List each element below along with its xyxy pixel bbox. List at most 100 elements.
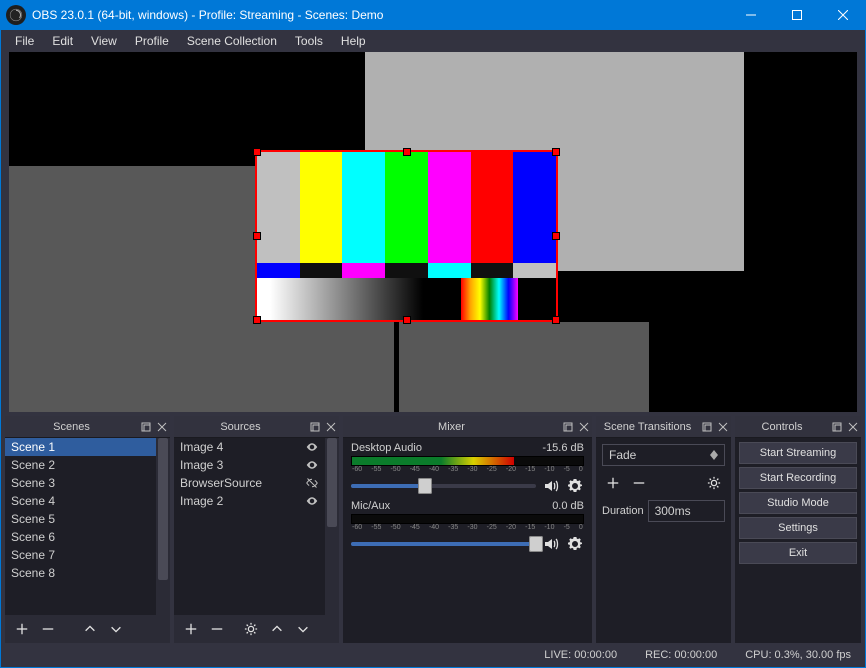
volume-slider[interactable] — [351, 542, 536, 546]
speaker-icon[interactable] — [542, 477, 560, 495]
add-transition-button[interactable] — [602, 472, 624, 494]
channel-db: -15.6 dB — [542, 442, 584, 454]
scene-item[interactable]: Scene 6 — [5, 528, 170, 546]
scenes-toolbar — [5, 615, 170, 643]
close-button[interactable] — [820, 0, 866, 30]
duration-value: 300ms — [655, 504, 691, 518]
titlebar: OBS 23.0.1 (64-bit, windows) - Profile: … — [0, 0, 866, 30]
gear-icon[interactable] — [566, 535, 584, 553]
resize-handle[interactable] — [253, 316, 261, 324]
scene-item[interactable]: Scene 5 — [5, 510, 170, 528]
remove-source-button[interactable] — [204, 617, 230, 641]
eye-off-icon[interactable] — [305, 476, 319, 490]
menu-view[interactable]: View — [83, 32, 125, 50]
scenes-panel: Scenes Scene 1Scene 2Scene 3Scene 4Scene… — [5, 416, 170, 643]
duration-input[interactable]: 300ms — [648, 500, 725, 522]
vu-meter: -60-55-50-45-40-35-30-25-20-15-10-50 — [351, 456, 584, 466]
remove-scene-button[interactable] — [35, 617, 61, 641]
remove-transition-button[interactable] — [628, 472, 650, 494]
minimize-button[interactable] — [728, 0, 774, 30]
scenes-list[interactable]: Scene 1Scene 2Scene 3Scene 4Scene 5Scene… — [5, 438, 170, 582]
source-item[interactable]: Image 3 — [174, 456, 339, 474]
resize-handle[interactable] — [552, 232, 560, 240]
channel-db: 0.0 dB — [552, 500, 584, 512]
dock-icon[interactable] — [699, 422, 715, 432]
dock-icon[interactable] — [307, 422, 323, 432]
menu-edit[interactable]: Edit — [44, 32, 81, 50]
close-icon[interactable] — [576, 422, 592, 432]
volume-slider[interactable] — [351, 484, 536, 488]
resize-handle[interactable] — [403, 148, 411, 156]
resize-handle[interactable] — [253, 148, 261, 156]
scene-down-button[interactable] — [103, 617, 129, 641]
close-icon[interactable] — [845, 422, 861, 432]
sources-panel-title: Sources — [174, 421, 307, 433]
resize-handle[interactable] — [552, 148, 560, 156]
app-icon — [6, 5, 26, 25]
speaker-icon[interactable] — [542, 535, 560, 553]
status-rec: REC: 00:00:00 — [645, 649, 717, 661]
mixer-channel: Desktop Audio-15.6 dB -60-55-50-45-40-35-… — [343, 438, 592, 496]
scene-item[interactable]: Scene 4 — [5, 492, 170, 510]
mixer-channel: Mic/Aux0.0 dB -60-55-50-45-40-35-30-25-20… — [343, 496, 592, 554]
scene-item[interactable]: Scene 3 — [5, 474, 170, 492]
start-streaming-button[interactable]: Start Streaming — [739, 442, 857, 464]
scene-item[interactable]: Scene 1 — [5, 438, 170, 456]
menu-scene-collection[interactable]: Scene Collection — [179, 32, 285, 50]
close-icon[interactable] — [154, 422, 170, 432]
gear-icon[interactable] — [566, 477, 584, 495]
source-item[interactable]: Image 4 — [174, 438, 339, 456]
preview-area[interactable] — [9, 52, 857, 412]
transition-select[interactable]: Fade — [602, 444, 725, 466]
menubar: FileEditViewProfileScene CollectionTools… — [1, 30, 865, 52]
close-icon[interactable] — [715, 422, 731, 432]
sources-list[interactable]: Image 4Image 3BrowserSourceImage 2 — [174, 438, 339, 510]
menu-profile[interactable]: Profile — [127, 32, 177, 50]
maximize-button[interactable] — [774, 0, 820, 30]
scenes-panel-title: Scenes — [5, 421, 138, 433]
channel-name: Desktop Audio — [351, 442, 542, 454]
exit-button[interactable]: Exit — [739, 542, 857, 564]
controls-panel-title: Controls — [735, 421, 829, 433]
menu-help[interactable]: Help — [333, 32, 374, 50]
resize-handle[interactable] — [552, 316, 560, 324]
source-up-button[interactable] — [264, 617, 290, 641]
eye-icon[interactable] — [305, 458, 319, 472]
resize-handle[interactable] — [253, 232, 261, 240]
scrollbar[interactable] — [156, 438, 170, 615]
vu-meter: -60-55-50-45-40-35-30-25-20-15-10-50 — [351, 514, 584, 524]
resize-handle[interactable] — [403, 316, 411, 324]
eye-icon[interactable] — [305, 440, 319, 454]
studio-mode-button[interactable]: Studio Mode — [739, 492, 857, 514]
status-live: LIVE: 00:00:00 — [544, 649, 617, 661]
scene-item[interactable]: Scene 7 — [5, 546, 170, 564]
mixer-panel: Mixer Desktop Audio-15.6 dB -60-55-50-45-… — [343, 416, 592, 643]
dock-icon[interactable] — [560, 422, 576, 432]
source-item[interactable]: BrowserSource — [174, 474, 339, 492]
close-icon[interactable] — [323, 422, 339, 432]
source-settings-button[interactable] — [238, 617, 264, 641]
eye-icon[interactable] — [305, 494, 319, 508]
scene-item[interactable]: Scene 8 — [5, 564, 170, 582]
transitions-panel-title: Scene Transitions — [596, 421, 699, 433]
status-cpu: CPU: 0.3%, 30.00 fps — [745, 649, 851, 661]
mixer-panel-title: Mixer — [343, 421, 560, 433]
add-scene-button[interactable] — [9, 617, 35, 641]
menu-tools[interactable]: Tools — [287, 32, 331, 50]
settings-button[interactable]: Settings — [739, 517, 857, 539]
source-down-button[interactable] — [290, 617, 316, 641]
scrollbar[interactable] — [325, 438, 339, 615]
dock-icon[interactable] — [138, 422, 154, 432]
dock-icon[interactable] — [829, 422, 845, 432]
controls-panel: Controls Start Streaming Start Recording S… — [735, 416, 861, 643]
selected-source-bounds[interactable] — [255, 150, 558, 322]
scene-item[interactable]: Scene 2 — [5, 456, 170, 474]
source-item[interactable]: Image 2 — [174, 492, 339, 510]
channel-name: Mic/Aux — [351, 500, 552, 512]
scene-up-button[interactable] — [77, 617, 103, 641]
transition-settings-button[interactable] — [703, 472, 725, 494]
start-recording-button[interactable]: Start Recording — [739, 467, 857, 489]
transition-selected: Fade — [609, 448, 636, 462]
add-source-button[interactable] — [178, 617, 204, 641]
menu-file[interactable]: File — [7, 32, 42, 50]
